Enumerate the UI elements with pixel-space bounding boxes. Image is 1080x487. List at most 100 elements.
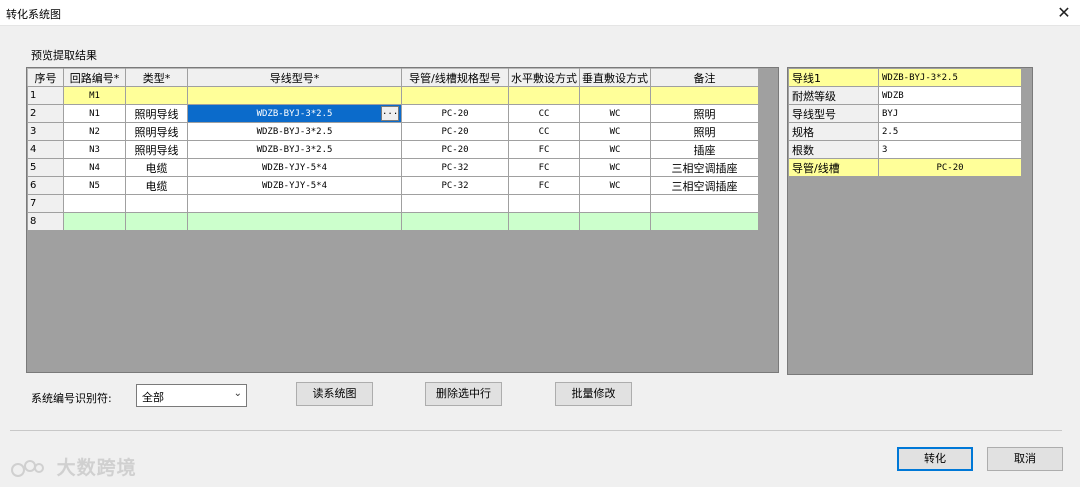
cell-conduit[interactable] — [401, 86, 509, 105]
cell-remark[interactable] — [650, 86, 759, 105]
property-value[interactable]: PC-20 — [878, 158, 1022, 177]
cell-type[interactable]: 照明导线 — [125, 140, 188, 159]
cell-horizontal[interactable]: CC — [508, 122, 580, 141]
cell-vertical[interactable]: WC — [579, 176, 651, 195]
cell-wire-model[interactable] — [187, 212, 402, 231]
row-number[interactable]: 6 — [27, 176, 64, 195]
cell-wire-model[interactable]: WDZB-YJY-5*4 — [187, 158, 402, 177]
row-number[interactable]: 7 — [27, 194, 64, 213]
cell-type[interactable]: 照明导线 — [125, 104, 188, 123]
cell-horizontal[interactable] — [508, 86, 580, 105]
property-value[interactable]: 2.5 — [878, 122, 1022, 141]
row-number[interactable]: 4 — [27, 140, 64, 159]
cell-wire-model[interactable]: WDZB-BYJ-3*2.5 — [187, 122, 402, 141]
cell-circuit[interactable]: N2 — [63, 122, 126, 141]
col-header-conduit[interactable]: 导管/线槽规格型号 — [401, 68, 509, 87]
cell-vertical[interactable] — [579, 86, 651, 105]
ellipsis-button[interactable]: ... — [381, 106, 399, 121]
convert-button[interactable]: 转化 — [897, 447, 973, 471]
cell-horizontal[interactable] — [508, 194, 580, 213]
cell-vertical[interactable]: WC — [579, 104, 651, 123]
cell-wire-model[interactable]: WDZB-YJY-5*4 — [187, 176, 402, 195]
cell-type[interactable]: 电缆 — [125, 158, 188, 177]
row-number[interactable]: 3 — [27, 122, 64, 141]
cell-wire-model[interactable]: WDZB-BYJ-3*2.5 — [187, 140, 402, 159]
cell-horizontal[interactable]: FC — [508, 140, 580, 159]
property-row[interactable]: 规格 2.5 — [788, 122, 1022, 141]
system-id-combo[interactable]: 全部 ⌄ — [136, 384, 247, 407]
cell-horizontal[interactable]: FC — [508, 158, 580, 177]
table-row[interactable]: 7 — [27, 194, 759, 213]
cell-circuit[interactable]: N1 — [63, 104, 126, 123]
table-row[interactable]: 8 — [27, 212, 759, 231]
cell-circuit[interactable] — [63, 212, 126, 231]
row-number[interactable]: 2 — [27, 104, 64, 123]
read-system-button[interactable]: 读系统图 — [296, 382, 373, 406]
cell-wire-model-selected[interactable]: WDZB-BYJ-3*2.5 ... — [187, 104, 402, 123]
cell-remark[interactable] — [650, 194, 759, 213]
cell-vertical[interactable]: WC — [579, 140, 651, 159]
cell-remark[interactable]: 三相空调插座 — [650, 176, 759, 195]
property-row[interactable]: 导线1 WDZB-BYJ-3*2.5 — [788, 68, 1022, 87]
col-header-index[interactable]: 序号 — [27, 68, 64, 87]
cell-remark[interactable]: 插座 — [650, 140, 759, 159]
cell-type[interactable] — [125, 86, 188, 105]
row-number[interactable]: 1 — [27, 86, 64, 105]
property-row[interactable]: 根数 3 — [788, 140, 1022, 159]
cell-remark[interactable]: 照明 — [650, 104, 759, 123]
cell-type[interactable]: 电缆 — [125, 176, 188, 195]
cell-vertical[interactable] — [579, 194, 651, 213]
table-row[interactable]: 2 N1 照明导线 WDZB-BYJ-3*2.5 ... PC-20 CC WC… — [27, 104, 759, 123]
cell-wire-model[interactable] — [187, 194, 402, 213]
cell-remark[interactable]: 三相空调插座 — [650, 158, 759, 177]
cell-horizontal[interactable]: CC — [508, 104, 580, 123]
cell-conduit[interactable] — [401, 194, 509, 213]
table-row[interactable]: 5 N4 电缆 WDZB-YJY-5*4 PC-32 FC WC 三相空调插座 — [27, 158, 759, 177]
property-row[interactable]: 导管/线槽 PC-20 — [788, 158, 1022, 177]
cell-conduit[interactable]: PC-20 — [401, 104, 509, 123]
col-header-vertical[interactable]: 垂直敷设方式 — [579, 68, 651, 87]
cell-conduit[interactable]: PC-20 — [401, 122, 509, 141]
cell-type[interactable] — [125, 212, 188, 231]
table-row[interactable]: 6 N5 电缆 WDZB-YJY-5*4 PC-32 FC WC 三相空调插座 — [27, 176, 759, 195]
cell-remark[interactable]: 照明 — [650, 122, 759, 141]
table-row[interactable]: 1 M1 — [27, 86, 759, 105]
cell-wire-model[interactable] — [187, 86, 402, 105]
close-icon[interactable]: ✕ — [1054, 3, 1074, 23]
table-row[interactable]: 3 N2 照明导线 WDZB-BYJ-3*2.5 PC-20 CC WC 照明 — [27, 122, 759, 141]
property-row[interactable]: 耐燃等级 WDZB — [788, 86, 1022, 105]
chevron-down-icon[interactable]: ⌄ — [234, 388, 242, 399]
cell-circuit[interactable]: N4 — [63, 158, 126, 177]
property-value[interactable]: WDZB — [878, 86, 1022, 105]
cell-vertical[interactable] — [579, 212, 651, 231]
cell-conduit[interactable]: PC-32 — [401, 176, 509, 195]
cell-conduit[interactable]: PC-20 — [401, 140, 509, 159]
cell-type[interactable] — [125, 194, 188, 213]
cell-horizontal[interactable]: FC — [508, 176, 580, 195]
property-row[interactable]: 导线型号 BYJ — [788, 104, 1022, 123]
property-value[interactable]: BYJ — [878, 104, 1022, 123]
cell-circuit[interactable]: N3 — [63, 140, 126, 159]
cell-remark[interactable] — [650, 212, 759, 231]
row-number[interactable]: 5 — [27, 158, 64, 177]
cell-vertical[interactable]: WC — [579, 158, 651, 177]
cancel-button[interactable]: 取消 — [987, 447, 1063, 471]
property-value[interactable]: 3 — [878, 140, 1022, 159]
cell-conduit[interactable]: PC-32 — [401, 158, 509, 177]
delete-selected-button[interactable]: 删除选中行 — [425, 382, 502, 406]
cell-circuit[interactable] — [63, 194, 126, 213]
cell-type[interactable]: 照明导线 — [125, 122, 188, 141]
batch-edit-button[interactable]: 批量修改 — [555, 382, 632, 406]
table-row[interactable]: 4 N3 照明导线 WDZB-BYJ-3*2.5 PC-20 FC WC 插座 — [27, 140, 759, 159]
cell-vertical[interactable]: WC — [579, 122, 651, 141]
col-header-wire-model[interactable]: 导线型号* — [187, 68, 402, 87]
col-header-remark[interactable]: 备注 — [650, 68, 759, 87]
property-value[interactable]: WDZB-BYJ-3*2.5 — [878, 68, 1022, 87]
col-header-circuit[interactable]: 回路编号* — [63, 68, 126, 87]
col-header-horizontal[interactable]: 水平敷设方式 — [508, 68, 580, 87]
cell-horizontal[interactable] — [508, 212, 580, 231]
cell-circuit[interactable]: N5 — [63, 176, 126, 195]
row-number[interactable]: 8 — [27, 212, 64, 231]
cell-circuit[interactable]: M1 — [63, 86, 126, 105]
cell-conduit[interactable] — [401, 212, 509, 231]
